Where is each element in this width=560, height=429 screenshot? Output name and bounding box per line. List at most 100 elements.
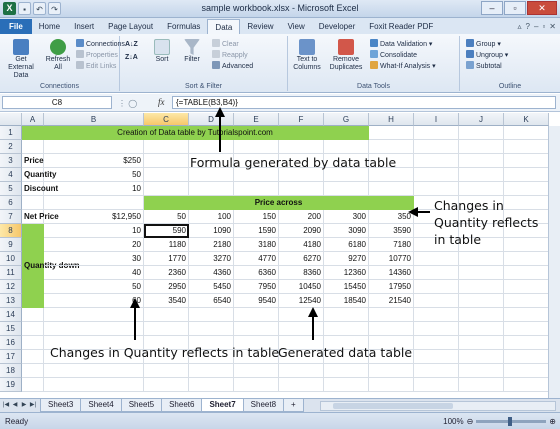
cell[interactable] xyxy=(279,308,324,322)
column-header-e[interactable]: E xyxy=(234,113,279,126)
cell[interactable] xyxy=(324,378,369,392)
maximize-icon[interactable]: ▫ xyxy=(504,1,526,15)
row-header-2[interactable]: 2 xyxy=(0,140,22,154)
cell[interactable] xyxy=(414,378,459,392)
row-header-4[interactable]: 4 xyxy=(0,168,22,182)
sort-az-icon[interactable]: A↓Z xyxy=(125,40,138,49)
row-header-7[interactable]: 7 xyxy=(0,210,22,224)
cell[interactable] xyxy=(414,280,459,294)
row-header-9[interactable]: 9 xyxy=(0,238,22,252)
what-if-button[interactable]: What-If Analysis ▾ xyxy=(370,61,436,71)
clear-button[interactable]: Clear xyxy=(212,39,239,49)
cell[interactable] xyxy=(22,196,44,210)
cell[interactable] xyxy=(144,364,189,378)
doc-minimize-icon[interactable]: – xyxy=(534,22,538,31)
remove-duplicates-button[interactable]: Remove Duplicates xyxy=(326,39,366,72)
cell[interactable] xyxy=(369,126,414,140)
cell[interactable] xyxy=(504,196,549,210)
next-sheet-icon[interactable]: ▶ xyxy=(20,401,28,410)
sheet-tab-sheet6[interactable]: Sheet6 xyxy=(161,399,203,412)
cell[interactable] xyxy=(22,378,44,392)
vertical-scrollbar[interactable] xyxy=(548,126,560,398)
cell[interactable] xyxy=(189,378,234,392)
table-cell[interactable]: 4180 xyxy=(279,238,324,252)
cell[interactable] xyxy=(504,266,549,280)
cell[interactable] xyxy=(144,322,189,336)
table-cell[interactable]: 14360 xyxy=(369,266,414,280)
row-header-17[interactable]: 17 xyxy=(0,350,22,364)
cell[interactable] xyxy=(44,196,144,210)
cell[interactable] xyxy=(504,252,549,266)
row-header-6[interactable]: 6 xyxy=(0,196,22,210)
sheet-tab-sheet3[interactable]: Sheet3 xyxy=(40,399,82,412)
cell[interactable] xyxy=(44,378,144,392)
tab-file[interactable]: File xyxy=(0,19,32,34)
row-header-18[interactable]: 18 xyxy=(0,364,22,378)
cell[interactable] xyxy=(504,364,549,378)
cell[interactable] xyxy=(459,308,504,322)
table-cell[interactable]: 1590 xyxy=(234,224,279,238)
cell[interactable] xyxy=(504,154,549,168)
tab-page-layout[interactable]: Page Layout xyxy=(101,19,160,34)
sheet-tab-sheet4[interactable]: Sheet4 xyxy=(80,399,122,412)
cell[interactable] xyxy=(189,182,234,196)
column-header-j[interactable]: J xyxy=(459,113,504,126)
data-validation-button[interactable]: Data Validation ▾ xyxy=(370,39,432,49)
cell[interactable] xyxy=(144,182,189,196)
reapply-button[interactable]: Reapply xyxy=(212,50,248,60)
zoom-out-icon[interactable]: ⊖ xyxy=(467,417,474,426)
cell[interactable] xyxy=(459,336,504,350)
cell[interactable] xyxy=(144,154,189,168)
sort-button[interactable]: Sort xyxy=(150,39,174,64)
table-cell[interactable]: 6180 xyxy=(324,238,369,252)
cell[interactable] xyxy=(459,266,504,280)
table-cell[interactable]: 7950 xyxy=(234,280,279,294)
cell[interactable] xyxy=(189,322,234,336)
quantity-cell[interactable]: 40 xyxy=(44,266,144,280)
zoom-in-icon[interactable]: ⊕ xyxy=(549,417,556,426)
cell[interactable] xyxy=(189,364,234,378)
cell[interactable] xyxy=(22,140,44,154)
price-header-cell[interactable]: 150 xyxy=(234,210,279,224)
cell[interactable] xyxy=(22,336,44,350)
table-cell[interactable]: 21540 xyxy=(369,294,414,308)
prev-sheet-icon[interactable]: ◀ xyxy=(11,401,19,410)
quantity-cell[interactable]: 50 xyxy=(44,280,144,294)
minimize-icon[interactable]: – xyxy=(481,1,503,15)
sheet-tab-sheet8[interactable]: Sheet8 xyxy=(242,399,285,412)
column-header-b[interactable]: B xyxy=(44,113,144,126)
cell[interactable] xyxy=(414,336,459,350)
get-external-data-button[interactable]: Get External Data xyxy=(3,39,39,80)
subtotal-button[interactable]: Subtotal xyxy=(466,61,502,71)
cell[interactable] xyxy=(504,168,549,182)
filter-button[interactable]: Filter xyxy=(180,39,204,64)
zoom-slider[interactable] xyxy=(476,417,547,426)
insert-function-icon[interactable]: fx xyxy=(158,97,165,107)
column-header-k[interactable]: K xyxy=(504,113,549,126)
row-header-3[interactable]: 3 xyxy=(0,154,22,168)
cell[interactable] xyxy=(504,238,549,252)
cell[interactable] xyxy=(22,350,44,364)
cell[interactable] xyxy=(459,350,504,364)
price-header-cell[interactable]: 100 xyxy=(189,210,234,224)
table-cell[interactable]: 7180 xyxy=(369,238,414,252)
table-cell[interactable]: 2180 xyxy=(189,238,234,252)
cell[interactable] xyxy=(234,308,279,322)
cell[interactable] xyxy=(414,154,459,168)
title-cell[interactable]: Creation of Data table by Tutorialspoint… xyxy=(22,126,369,140)
row-header-11[interactable]: 11 xyxy=(0,266,22,280)
cell[interactable] xyxy=(504,126,549,140)
cell[interactable] xyxy=(44,322,144,336)
table-cell[interactable]: 2950 xyxy=(144,280,189,294)
cell[interactable] xyxy=(504,308,549,322)
cell[interactable] xyxy=(459,322,504,336)
cell[interactable] xyxy=(504,378,549,392)
tab-insert[interactable]: Insert xyxy=(67,19,101,34)
table-cell[interactable]: 6270 xyxy=(279,252,324,266)
cell[interactable] xyxy=(369,364,414,378)
price-header-cell[interactable]: 50 xyxy=(144,210,189,224)
cell[interactable] xyxy=(324,308,369,322)
cell[interactable] xyxy=(144,308,189,322)
minimize-ribbon-icon[interactable]: ▵ xyxy=(518,22,522,31)
properties-button[interactable]: Properties xyxy=(76,50,118,60)
